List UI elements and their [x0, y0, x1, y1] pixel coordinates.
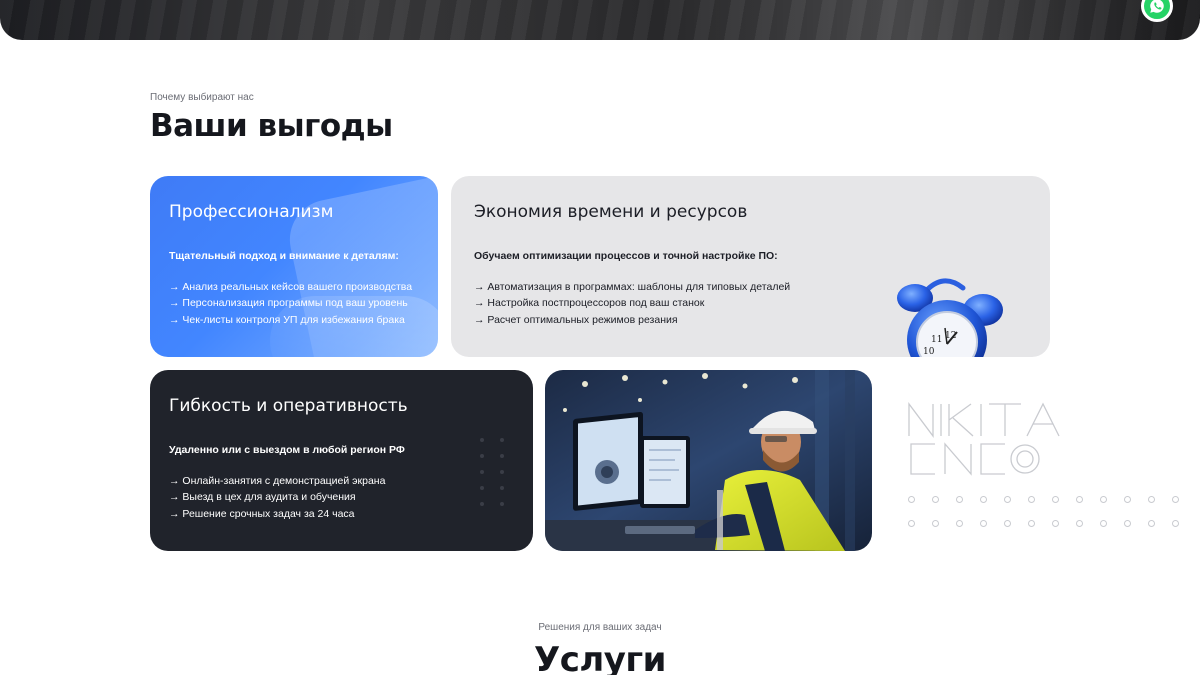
benefit-card-title: Экономия времени и ресурсов	[474, 202, 748, 222]
list-item: → Решение срочных задач за 24 часа	[169, 507, 355, 520]
list-item: → Чек-листы контроля УП для избежания бр…	[169, 313, 405, 326]
whatsapp-icon	[1150, 0, 1164, 13]
engineer-at-cnc-workstation-image	[545, 370, 872, 551]
benefit-card-lead: Тщательный подход и внимание к деталям:	[169, 250, 399, 262]
hero-banner-bottom	[0, 0, 1200, 40]
dot-grid-decoration	[480, 438, 506, 506]
benefit-card-professionalism: Профессионализм Тщательный подход и вним…	[150, 176, 438, 357]
list-item: → Анализ реальных кейсов вашего производ…	[169, 281, 413, 293]
benefit-card-title: Профессионализм	[169, 202, 334, 222]
list-item: → Выезд в цех для аудита и обучения	[169, 491, 356, 504]
svg-text:11: 11	[931, 335, 942, 345]
benefit-card-lead: Обучаем оптимизации процессов и точной н…	[474, 250, 778, 262]
dot-row-decoration	[908, 496, 1179, 503]
list-item: → Персонализация программы под ваш урове…	[169, 297, 408, 310]
benefit-card-title: Гибкость и оперативность	[169, 396, 408, 416]
services-eyebrow: Решения для ваших задач	[538, 622, 662, 633]
benefit-card-list: → Онлайн-занятия с демонстрацией экрана …	[169, 473, 385, 522]
benefit-card-list: → Автоматизация в программах: шаблоны дл…	[474, 279, 790, 328]
benefit-card-lead: Удаленно или с выездом в любой регион РФ	[169, 444, 405, 456]
list-item: → Онлайн-занятия с демонстрацией экрана	[169, 475, 386, 487]
dot-row-decoration	[908, 520, 1179, 527]
svg-text:10: 10	[923, 347, 935, 357]
benefit-card-flexibility: Гибкость и оперативность Удаленно или с …	[150, 370, 533, 551]
alarm-clock-icon: 11 12 10	[897, 278, 1003, 357]
benefits-eyebrow: Почему выбирают нас	[150, 92, 254, 103]
benefit-card-economy: Экономия времени и ресурсов Обучаем опти…	[451, 176, 1050, 357]
list-item: → Настройка постпроцессоров под ваш стан…	[474, 297, 705, 310]
engineer-photo	[545, 370, 872, 551]
list-item: → Автоматизация в программах: шаблоны дл…	[474, 281, 791, 293]
nikita-cnc-logo	[908, 402, 1060, 476]
benefit-card-list: → Анализ реальных кейсов вашего производ…	[169, 279, 412, 328]
list-item: → Расчет оптимальных режимов резания	[474, 313, 678, 326]
benefits-title: Ваши выгоды	[150, 108, 393, 144]
services-title: Услуги	[533, 640, 667, 675]
